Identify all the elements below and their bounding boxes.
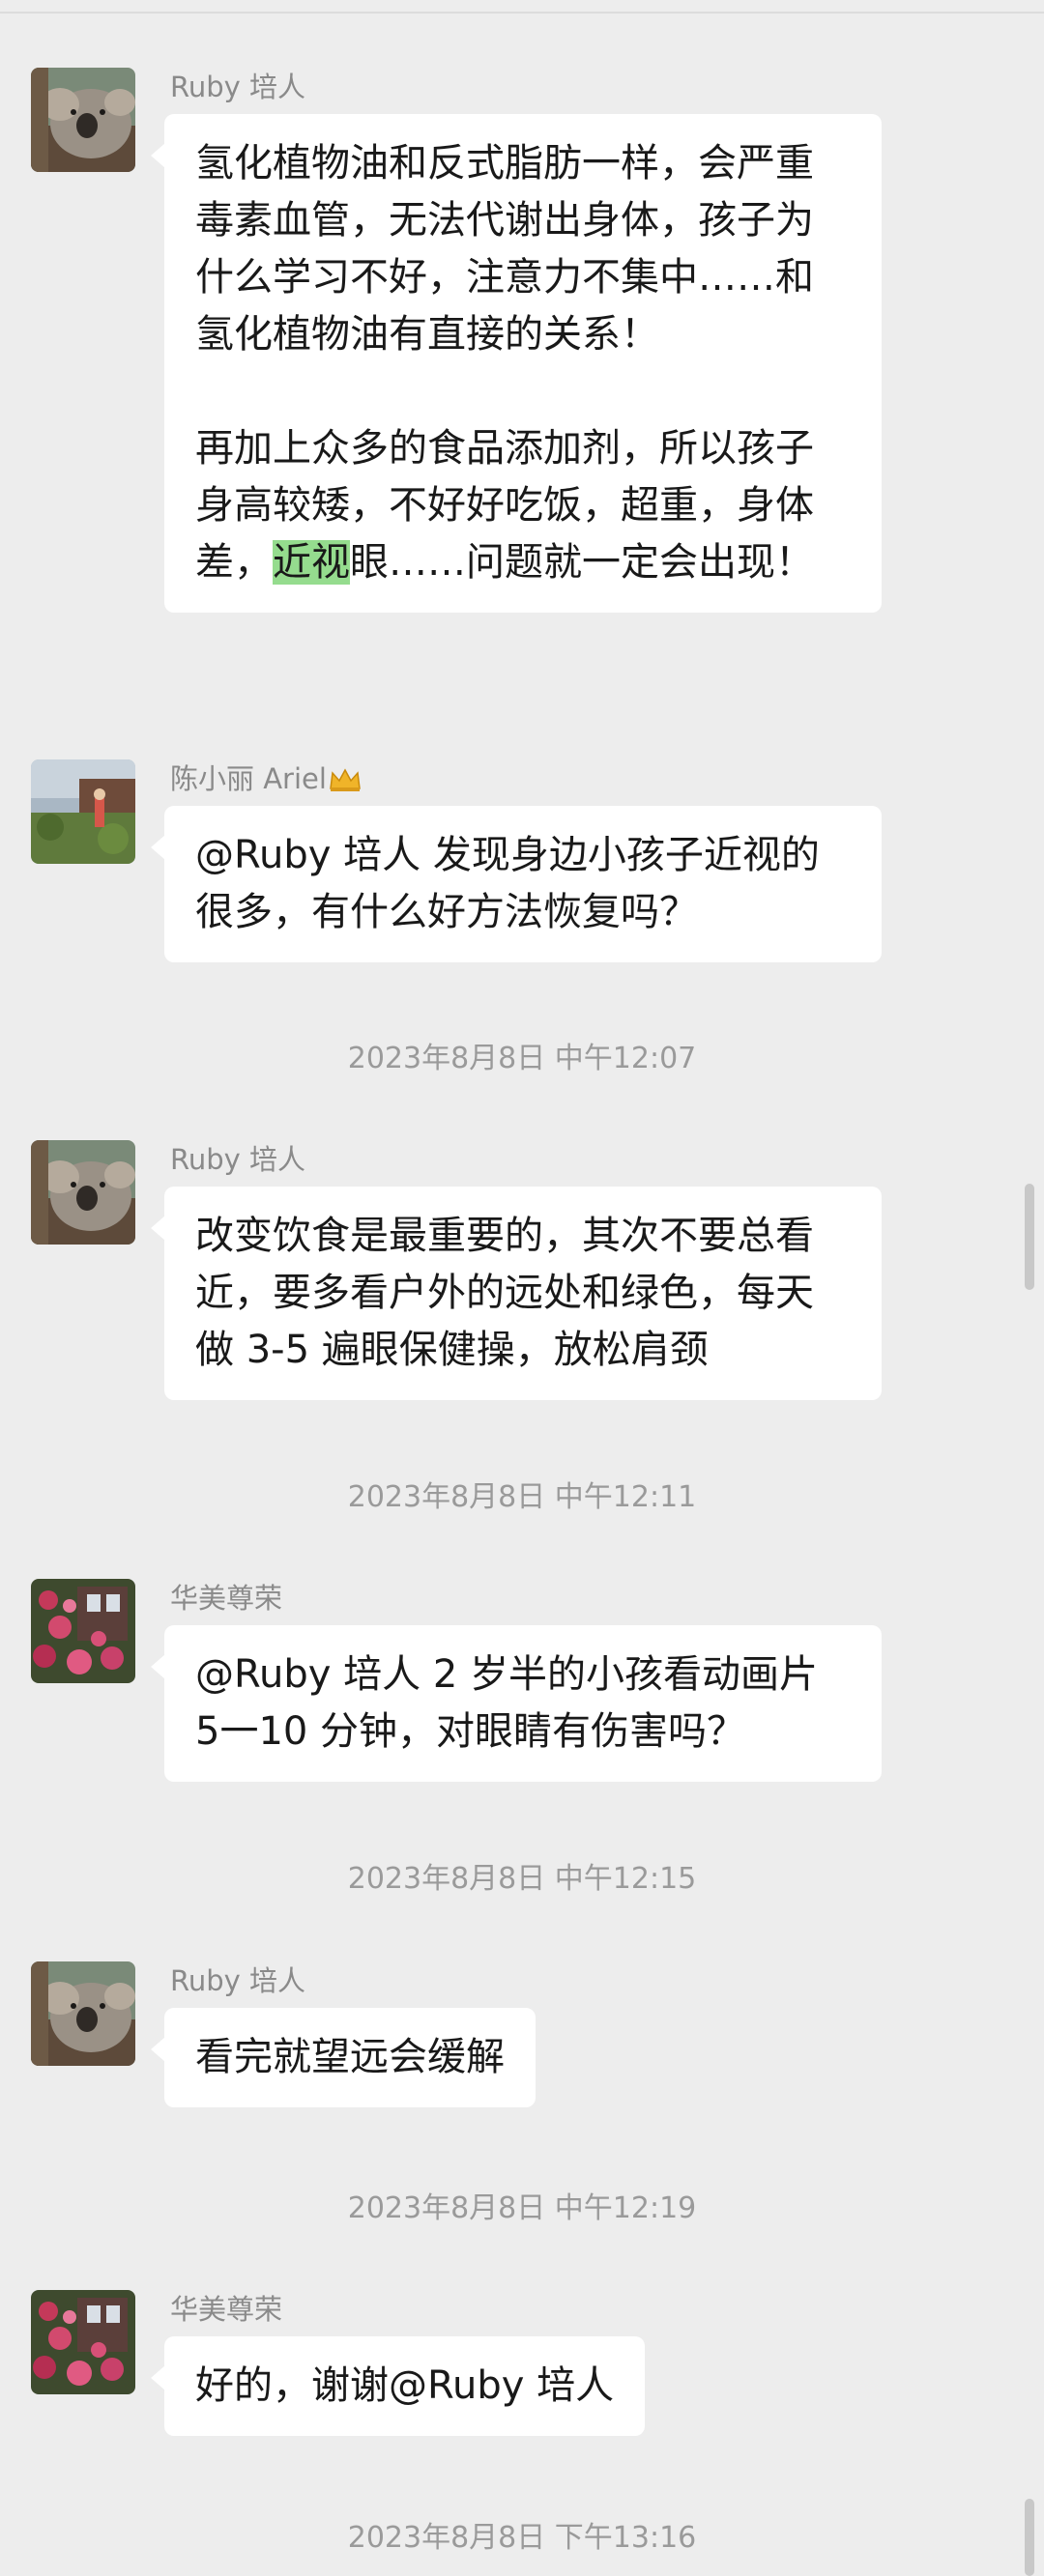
message-timestamp: 2023年8月8日 中午12:07 [347,1042,697,1075]
message-timestamp: 2023年8月8日 中午12:11 [347,1480,697,1514]
message-text: 改变饮食是最重要的，其次不要总看近，要多看户外的远处和绿色，每天做 3-5 遍眼… [195,1214,814,1372]
sender-name: 华美尊荣 [170,2293,283,2326]
message-paragraph: 氢化植物油和反式脂肪一样，会严重毒素血管，无法代谢出身体，孩子为什么学习不好，注… [195,141,814,357]
message-timestamp: 2023年8月8日 下午13:16 [347,2521,697,2555]
message-bubble[interactable]: @Ruby 培人 2 岁半的小孩看动画片 5一10 分钟，对眼睛有伤害吗？ [151,1625,882,1782]
message-bubble[interactable]: 改变饮食是最重要的，其次不要总看近，要多看户外的远处和绿色，每天做 3-5 遍眼… [151,1187,882,1400]
message-text: @Ruby 培人 发现身边小孩子近视的很多，有什么好方法恢复吗？ [195,833,820,934]
highlighted-keyword[interactable]: 近视 [273,540,350,585]
garden-avatar-icon[interactable] [31,759,135,864]
message-timestamp: 2023年8月8日 中午12:19 [347,2191,697,2225]
scrollbar-thumb[interactable] [1025,1184,1034,1290]
message-paragraph: 再加上众多的食品添加剂，所以孩子身高较矮，不好好吃饭，超重，身体差，近视眼……问… [195,420,851,591]
message-text: 看完就望远会缓解 [195,2035,505,2079]
koala-avatar-icon[interactable] [31,1961,135,2066]
message-bubble[interactable]: 看完就望远会缓解 [151,2008,536,2107]
message-text: 好的，谢谢@Ruby 培人 [195,2363,615,2408]
flowers-avatar-icon[interactable] [31,2290,135,2394]
sender-name: Ruby 培人 [170,1964,306,1997]
chat-view[interactable]: Ruby 培人 氢化植物油和反式脂肪一样，会严重毒素血管，无法代谢出身体，孩子为… [0,0,1044,2576]
scrollbar-thumb-bottom[interactable] [1025,2499,1034,2576]
sender-name: 华美尊荣 [170,1582,283,1615]
message-text: @Ruby 培人 2 岁半的小孩看动画片 5一10 分钟，对眼睛有伤害吗？ [195,1652,819,1754]
flowers-avatar-icon[interactable] [31,1579,135,1683]
message-bubble[interactable]: @Ruby 培人 发现身边小孩子近视的很多，有什么好方法恢复吗？ [151,806,882,962]
message-bubble[interactable]: 氢化植物油和反式脂肪一样，会严重毒素血管，无法代谢出身体，孩子为什么学习不好，注… [151,114,882,613]
sender-name: 陈小丽 Ariel [170,761,362,800]
koala-avatar-icon[interactable] [31,1140,135,1245]
message-text: 眼……问题就一定会出现！ [350,540,814,585]
crown-icon [329,765,362,800]
sender-name-text: 陈小丽 Ariel [170,762,327,795]
header-divider [0,12,1044,14]
sender-name: Ruby 培人 [170,71,306,103]
message-timestamp: 2023年8月8日 中午12:15 [347,1862,697,1896]
sender-name: Ruby 培人 [170,1143,306,1176]
koala-avatar-icon[interactable] [31,68,135,172]
message-bubble[interactable]: 好的，谢谢@Ruby 培人 [150,2336,646,2436]
